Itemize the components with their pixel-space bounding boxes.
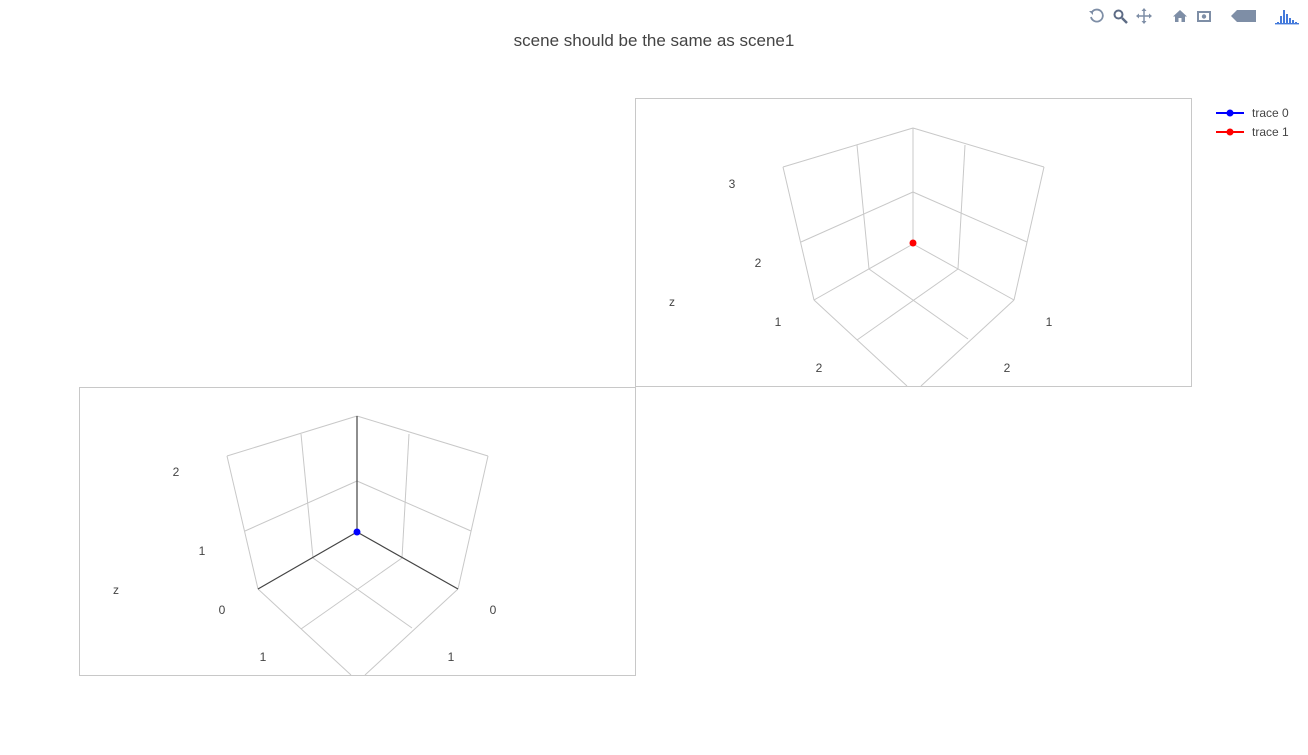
y-tick-label: 0 <box>490 603 497 617</box>
home-icon[interactable] <box>1170 6 1190 26</box>
tag-icon[interactable] <box>1230 6 1258 26</box>
legend-label-trace-0: trace 0 <box>1252 105 1289 120</box>
scene-bottom-zero-lines <box>257 416 459 590</box>
chart-title: scene should be the same as scene1 <box>513 31 795 50</box>
z-tick-label: 1 <box>199 544 206 558</box>
scene-top[interactable]: 3 2 1 z 2 1 2 <box>635 98 1192 387</box>
legend-marker-trace-1 <box>1216 128 1244 135</box>
z-tick-label: 3 <box>729 177 736 191</box>
z-tick-label: 2 <box>755 256 762 270</box>
trace-1-point[interactable] <box>909 239 917 247</box>
legend-item-trace-0[interactable]: trace 0 <box>1214 103 1289 122</box>
z-tick-label: 1 <box>775 315 782 329</box>
zoom-icon[interactable] <box>1110 6 1130 26</box>
y-tick-label: 2 <box>1004 361 1011 375</box>
z-axis-title: z <box>113 583 119 597</box>
undo-icon[interactable] <box>1086 6 1106 26</box>
legend-marker-trace-0 <box>1216 109 1244 116</box>
z-tick-label: 0 <box>219 603 226 617</box>
camera-icon[interactable] <box>1194 6 1214 26</box>
legend-label-trace-1: trace 1 <box>1252 124 1289 139</box>
scene-bottom-canvas[interactable]: 2 1 0 z 1 0 1 <box>80 388 635 675</box>
pan-icon[interactable] <box>1134 6 1154 26</box>
y-tick-label: 1 <box>448 650 455 664</box>
z-tick-label: 2 <box>173 465 180 479</box>
scene-bottom[interactable]: 2 1 0 z 1 0 1 <box>79 387 636 676</box>
y-tick-label: 1 <box>1046 315 1053 329</box>
z-axis-title: z <box>669 295 675 309</box>
x-tick-label: 1 <box>260 650 267 664</box>
scene-top-canvas[interactable]: 3 2 1 z 2 1 2 <box>636 99 1191 386</box>
legend-item-trace-1[interactable]: trace 1 <box>1214 122 1289 141</box>
legend: trace 0 trace 1 <box>1214 103 1289 141</box>
scene-top-grid <box>782 127 1045 386</box>
x-tick-label: 2 <box>816 361 823 375</box>
modebar <box>1086 5 1300 27</box>
trace-0-point[interactable] <box>353 528 361 536</box>
plotly-logo[interactable] <box>1274 6 1300 26</box>
